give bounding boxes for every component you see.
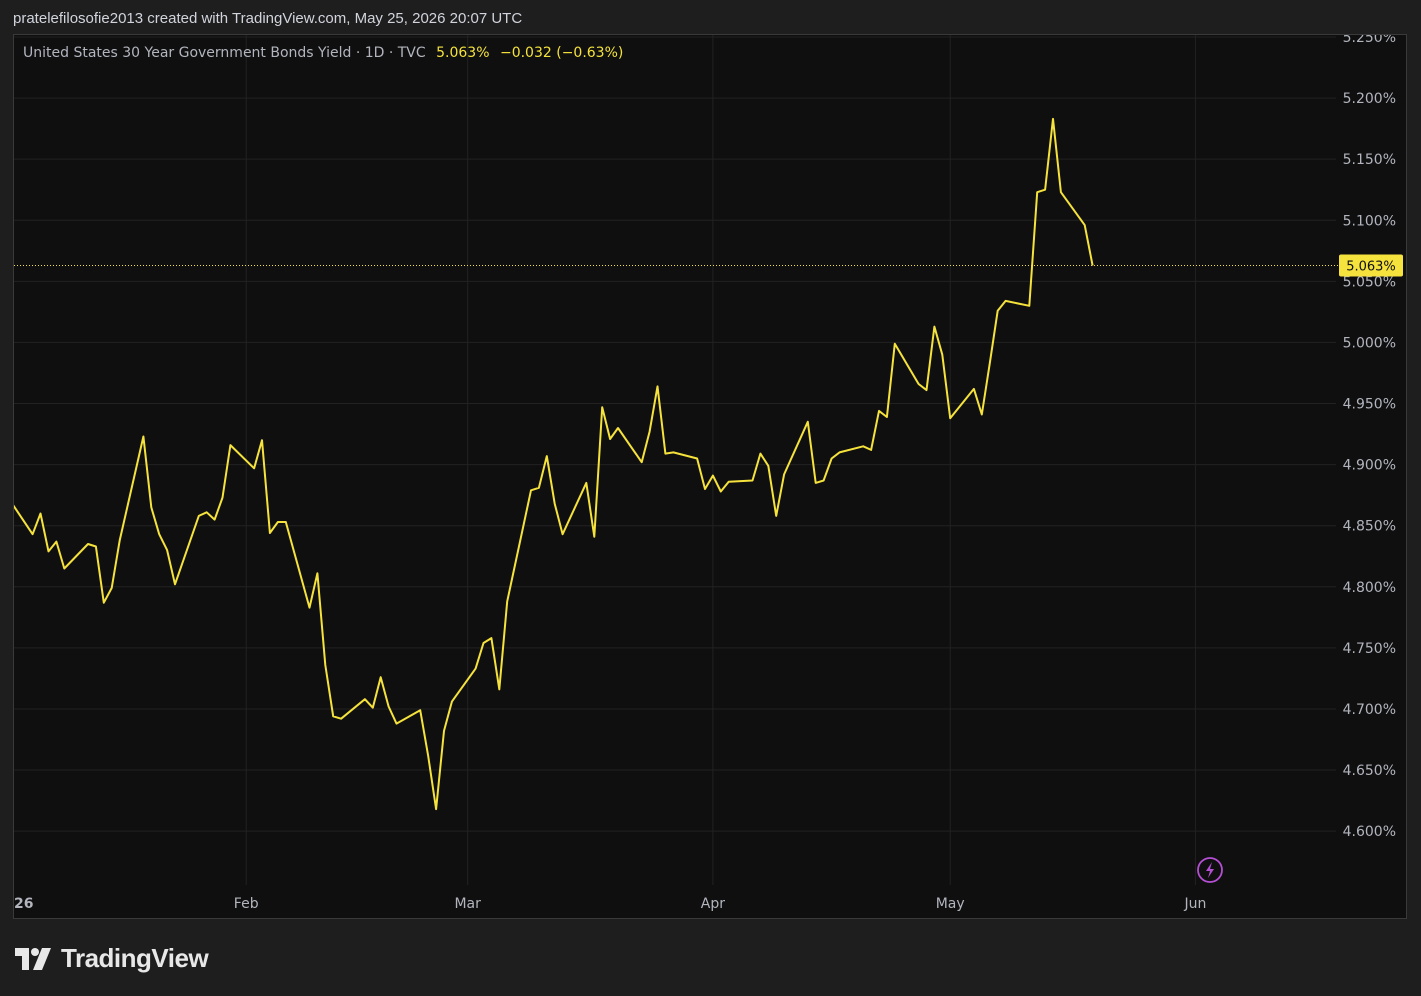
footer-brand: TradingView [61,943,209,973]
x-tick-label: May [936,896,965,912]
y-tick-label: 4.900% [1343,458,1396,474]
legend-change: −0.032 (−0.63%) [499,45,624,61]
last-value-label: 5.063% [1346,259,1396,274]
series-line [14,117,1094,811]
chart-plot[interactable]: 4.600% 4.650% 4.700% 4.750% 4.800% 4.850% 4.90… [14,35,1406,918]
header-caption: pratelefilosofie2013 created with Tradin… [13,10,523,27]
y-tick-label: 5.200% [1343,91,1396,107]
y-tick-label: 4.650% [1343,763,1396,779]
y-tick-label: 5.100% [1343,213,1396,229]
y-tick-label: 4.800% [1343,580,1396,596]
tv-logo-icon [15,947,51,970]
y-tick-label: 4.750% [1343,641,1396,657]
y-tick-label: 5.250% [1343,35,1396,46]
lightning-icon[interactable] [1197,857,1223,883]
x-tick-label: Feb [234,896,259,912]
y-tick-label: 5.150% [1343,152,1396,168]
page: pratelefilosofie2013 created with Tradin… [0,0,1421,996]
legend-symbol: United States 30 Year Government Bonds Y… [23,45,426,61]
x-tick-label: Mar [454,896,481,912]
y-tick-label: 5.050% [1343,274,1396,290]
x-tick-label: Apr [701,896,725,912]
y-tick-label: 5.000% [1343,335,1396,351]
y-tick-label: 4.600% [1343,824,1396,840]
y-tick-label: 4.850% [1343,519,1396,535]
legend-last-value: 5.063% [436,45,490,61]
tradingview-logo[interactable]: TradingView [15,943,209,974]
chart-legend: United States 30 Year Government Bonds Y… [23,45,623,61]
y-tick-label: 4.950% [1343,397,1396,413]
y-tick-label: 4.700% [1343,702,1396,718]
x-tick-label: Jun [1183,896,1206,912]
x-tick-label: 26 [14,896,33,912]
chart-frame[interactable]: 4.600% 4.650% 4.700% 4.750% 4.800% 4.850% 4.90… [13,34,1407,919]
